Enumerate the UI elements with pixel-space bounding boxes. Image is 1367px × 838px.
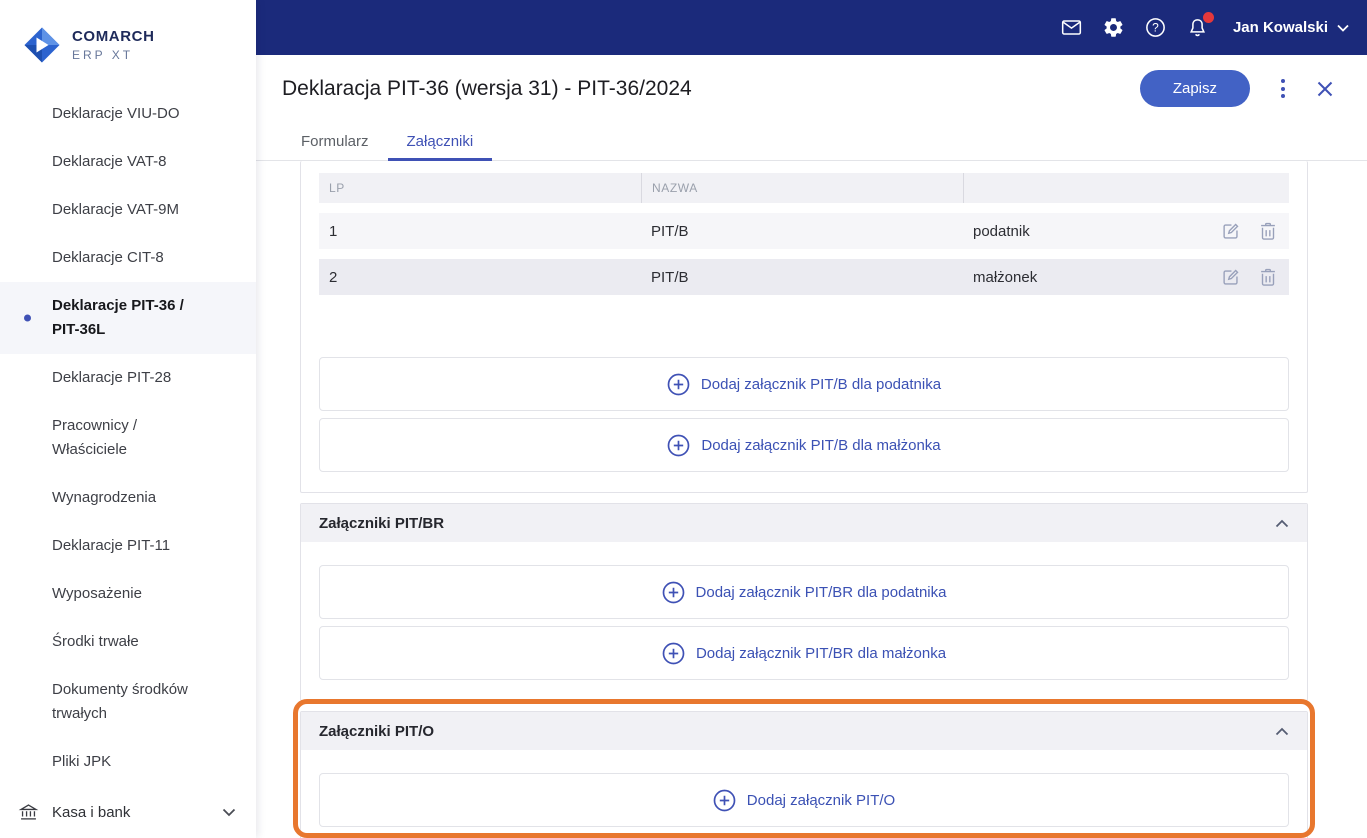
- column-header-lp: LP: [329, 181, 345, 195]
- save-button[interactable]: Zapisz: [1139, 70, 1250, 107]
- page-title: Deklaracja PIT-36 (wersja 31) - PIT-36/2…: [282, 76, 692, 100]
- add-pitbr-podatnik-button[interactable]: Dodaj załącznik PIT/BR dla podatnika: [319, 565, 1289, 619]
- sidebar-item-wynagrodzenia[interactable]: Wynagrodzenia: [0, 474, 256, 522]
- app-logo: COMARCH ERP XT: [0, 0, 256, 90]
- sidebar-item-viu-do[interactable]: Deklaracje VIU-DO: [0, 90, 256, 138]
- section-pit-br: Załączniki PIT/BR Dodaj załącznik PIT/BR…: [300, 503, 1308, 701]
- plus-circle-icon: [667, 373, 690, 396]
- help-icon[interactable]: ?: [1143, 15, 1168, 40]
- brand-product: ERP XT: [72, 47, 134, 62]
- add-pitbr-malzonek-button[interactable]: Dodaj załącznik PIT/BR dla małżonka: [319, 626, 1289, 680]
- sidebar-item-wyposazenie[interactable]: Wyposażenie: [0, 570, 256, 618]
- chevron-up-icon[interactable]: [1275, 519, 1289, 528]
- sidebar-item-pit-28[interactable]: Deklaracje PIT-28: [0, 354, 256, 402]
- attachments-content: LP NAZWA 1 PIT/B podatnik 2 PIT/B małżon…: [256, 161, 1367, 838]
- add-pitb-malzonek-button[interactable]: Dodaj załącznik PIT/B dla małżonka: [319, 418, 1289, 472]
- section-pit-o: Załączniki PIT/O Dodaj załącznik PIT/O: [300, 711, 1308, 838]
- table-row[interactable]: 1 PIT/B podatnik: [319, 213, 1289, 249]
- sidebar-item-kasa-i-bank[interactable]: Kasa i bank: [0, 786, 256, 838]
- section-pit-b: LP NAZWA 1 PIT/B podatnik 2 PIT/B małżon…: [300, 161, 1308, 493]
- table-row[interactable]: 2 PIT/B małżonek: [319, 259, 1289, 295]
- comarch-logo-icon: [22, 25, 62, 65]
- column-header-actions: [963, 173, 1289, 203]
- sidebar-item-vat-9m[interactable]: Deklaracje VAT-9M: [0, 186, 256, 234]
- tab-bar: Formularz Załączniki: [256, 122, 1367, 161]
- settings-icon[interactable]: [1101, 15, 1126, 40]
- user-name: Jan Kowalski: [1232, 19, 1328, 36]
- plus-circle-icon: [662, 642, 685, 665]
- sidebar-item-vat-8[interactable]: Deklaracje VAT-8: [0, 138, 256, 186]
- add-pito-button[interactable]: Dodaj załącznik PIT/O: [319, 773, 1289, 827]
- column-header-nazwa: NAZWA: [641, 173, 963, 203]
- svg-text:?: ?: [1152, 21, 1159, 35]
- delete-icon[interactable]: [1257, 220, 1279, 242]
- more-options-icon[interactable]: [1277, 75, 1289, 102]
- section-header-pit-br[interactable]: Załączniki PIT/BR: [301, 504, 1307, 542]
- user-menu[interactable]: Jan Kowalski: [1233, 19, 1349, 36]
- sidebar-item-pracownicy[interactable]: Pracownicy / Właściciele: [0, 402, 256, 474]
- notifications-icon[interactable]: [1185, 12, 1214, 40]
- plus-circle-icon: [713, 789, 736, 812]
- bank-icon: [18, 802, 39, 823]
- sidebar-item-pit-36[interactable]: Deklaracje PIT-36 / PIT-36L: [0, 282, 256, 354]
- sidebar-item-pit-11[interactable]: Deklaracje PIT-11: [0, 522, 256, 570]
- mail-icon[interactable]: [1059, 15, 1084, 40]
- chevron-up-icon[interactable]: [1275, 727, 1289, 736]
- sidebar-item-dokumenty-st[interactable]: Dokumenty środków trwałych: [0, 666, 256, 738]
- sidebar-item-pliki-jpk[interactable]: Pliki JPK: [0, 738, 256, 786]
- modal-header: Deklaracja PIT-36 (wersja 31) - PIT-36/2…: [256, 55, 1367, 122]
- sidebar-item-srodki-trwale[interactable]: Środki trwałe: [0, 618, 256, 666]
- sidebar-menu: Deklaracje VIU-DO Deklaracje VAT-8 Dekla…: [0, 90, 256, 786]
- add-pitb-podatnik-button[interactable]: Dodaj załącznik PIT/B dla podatnika: [319, 357, 1289, 411]
- declaration-modal: Deklaracja PIT-36 (wersja 31) - PIT-36/2…: [256, 55, 1367, 838]
- sidebar: COMARCH ERP XT Deklaracje VIU-DO Deklara…: [0, 0, 256, 838]
- plus-circle-icon: [667, 434, 690, 457]
- chevron-down-icon[interactable]: [222, 808, 236, 817]
- plus-circle-icon: [662, 581, 685, 604]
- tab-formularz[interactable]: Formularz: [282, 122, 388, 160]
- section-header-pit-o[interactable]: Załączniki PIT/O: [301, 712, 1307, 750]
- tab-zalaczniki[interactable]: Załączniki: [387, 122, 493, 161]
- edit-icon[interactable]: [1220, 220, 1242, 242]
- delete-icon[interactable]: [1257, 266, 1279, 288]
- edit-icon[interactable]: [1220, 266, 1242, 288]
- brand-name: COMARCH: [72, 28, 155, 46]
- sidebar-item-cit-8[interactable]: Deklaracje CIT-8: [0, 234, 256, 282]
- close-icon[interactable]: [1315, 79, 1335, 99]
- chevron-down-icon: [1337, 24, 1349, 32]
- table-header: LP NAZWA: [319, 173, 1289, 203]
- notification-badge: [1202, 12, 1214, 23]
